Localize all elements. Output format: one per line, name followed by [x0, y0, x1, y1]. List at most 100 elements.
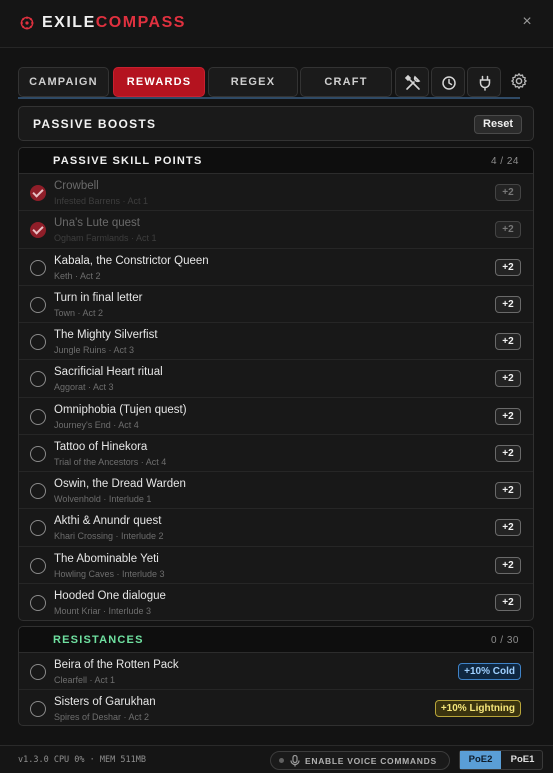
reward-row[interactable]: Oswin, the Dread Warden Wolvenhold · Inte…: [19, 472, 533, 510]
checkbox[interactable]: [30, 557, 46, 574]
checkbox[interactable]: [30, 664, 46, 680]
reward-name: Akthi & Anundr quest: [54, 515, 162, 528]
section-header[interactable]: PASSIVE SKILL POINTS 4 / 24: [19, 148, 533, 174]
title-bar: EXILECOMPASS ×: [0, 0, 553, 48]
tab-campaign[interactable]: CAMPAIGN: [18, 67, 109, 97]
reward-name: Una's Lute quest: [54, 217, 140, 230]
clock-icon: [442, 76, 456, 90]
reward-row[interactable]: The Abominable Yeti Howling Caves · Inter…: [19, 547, 533, 584]
reward-row[interactable]: Kabala, the Constrictor Queen Keth · Act …: [19, 249, 533, 286]
passive-skill-points-section: PASSIVE SKILL POINTS 4 / 24 Crowbell Infe…: [18, 147, 534, 621]
app-title-part-2: COMPASS: [95, 14, 186, 31]
reward-name: Omniphobia (Tujen quest): [54, 403, 187, 416]
reset-button[interactable]: Reset: [474, 115, 522, 134]
main-tabs: CAMPAIGN REWARDS REGEX CRAFT: [18, 67, 534, 98]
reward-badge: +2: [495, 593, 521, 611]
reward-location: Trial of the Ancestors · Act 4: [54, 456, 167, 467]
voice-commands-toggle[interactable]: ENABLE VOICE COMMANDS: [270, 751, 450, 770]
tools-icon: [404, 74, 421, 90]
tab-craft[interactable]: CRAFT: [300, 67, 392, 97]
tab-tools[interactable]: [395, 67, 429, 97]
reward-location: Spires of Deshar · Act 2: [54, 712, 150, 723]
section-title: RESISTANCES: [53, 634, 144, 646]
resistances-section: RESISTANCES 0 / 30 Beira of the Rotten P…: [18, 626, 534, 726]
section-title: PASSIVE SKILL POINTS: [53, 155, 203, 167]
reward-row[interactable]: Una's Lute quest Ogham Farmlands · Act 1 +…: [19, 211, 533, 249]
reward-name: Sacrificial Heart ritual: [54, 366, 163, 379]
reward-badge: +2: [495, 295, 521, 313]
status-bar: v1.3.0 CPU 0% · MEM 511MB ENABLE VOICE C…: [0, 745, 553, 773]
reward-location: Ogham Farmlands · Act 1: [54, 233, 157, 244]
reward-row[interactable]: The Mighty Silverfist Jungle Ruins · Act …: [19, 323, 533, 361]
section-header[interactable]: RESISTANCES 0 / 30: [19, 627, 533, 653]
checkbox[interactable]: [30, 520, 46, 537]
app-title-part-1: EXILE: [42, 14, 96, 31]
reward-badge: +10% Cold: [458, 663, 521, 680]
reward-row[interactable]: Crowbell Infested Barrens · Act 1 +2: [19, 174, 533, 212]
checkbox[interactable]: [30, 701, 46, 718]
section-progress-count: 4 / 24: [490, 156, 519, 167]
voice-commands-label: ENABLE VOICE COMMANDS: [305, 756, 437, 766]
reward-name: The Abominable Yeti: [54, 552, 159, 565]
poe1-toggle[interactable]: PoE1: [502, 751, 543, 769]
compass-logo-icon: [20, 16, 34, 30]
tab-rewards[interactable]: REWARDS: [113, 67, 205, 97]
status-dot: [279, 758, 284, 763]
reward-badge: +2: [495, 258, 521, 276]
version-and-stats: v1.3.0 CPU 0% · MEM 511MB: [18, 755, 146, 765]
plug-icon: [479, 75, 491, 91]
reward-location: Howling Caves · Interlude 3: [54, 568, 165, 579]
tab-integrations[interactable]: [467, 67, 501, 97]
reward-badge: +2: [495, 370, 521, 388]
reward-row[interactable]: Beira of the Rotten Pack Clearfell · Act …: [19, 653, 533, 691]
tab-regex[interactable]: REGEX: [208, 67, 298, 97]
passive-boosts-bar: PASSIVE BOOSTS Reset: [18, 106, 534, 141]
reward-badge: +2: [495, 184, 521, 201]
reward-row[interactable]: Sisters of Garukhan Spires of Deshar · Ac…: [19, 690, 533, 725]
reward-name: Kabala, the Constrictor Queen: [54, 254, 209, 267]
reward-location: Khari Crossing · Interlude 2: [54, 531, 164, 542]
checkbox[interactable]: [30, 445, 46, 462]
gear-icon[interactable]: [510, 72, 528, 90]
reward-location: Journey's End · Act 4: [54, 419, 139, 430]
close-icon[interactable]: ×: [519, 14, 535, 30]
poe2-toggle[interactable]: PoE2: [460, 751, 501, 769]
reward-name: Beira of the Rotten Pack: [54, 659, 179, 671]
reward-location: Aggorat · Act 3: [54, 382, 114, 393]
checkbox[interactable]: [30, 334, 46, 350]
checkbox[interactable]: [30, 408, 46, 425]
reward-row[interactable]: Omniphobia (Tujen quest) Journey's End · …: [19, 398, 533, 435]
checkbox[interactable]: [30, 259, 46, 276]
checked-checkbox[interactable]: [30, 185, 46, 201]
tab-underline: [18, 97, 520, 99]
section-progress-count: 0 / 30: [490, 635, 519, 646]
microphone-icon: [290, 755, 300, 767]
reward-badge: +2: [495, 519, 521, 537]
reward-location: Jungle Ruins · Act 3: [54, 345, 135, 355]
reward-row[interactable]: Hooded One dialogue Mount Kriar · Interlu…: [19, 584, 533, 620]
reward-location: Clearfell · Act 1: [54, 675, 116, 685]
game-version-switch: PoE2 PoE1: [459, 750, 543, 770]
reward-badge: +2: [495, 221, 521, 239]
passive-boosts-title: PASSIVE BOOSTS: [33, 117, 157, 131]
reward-name: Crowbell: [54, 180, 99, 192]
reward-name: Oswin, the Dread Warden: [54, 478, 186, 490]
reward-row[interactable]: Turn in final letter Town · Act 2 +2: [19, 286, 533, 323]
checkbox[interactable]: [30, 296, 46, 313]
reward-location: Keth · Act 2: [54, 270, 101, 281]
reward-name: The Mighty Silverfist: [54, 329, 158, 341]
checkbox[interactable]: [30, 483, 46, 499]
reward-location: Infested Barrens · Act 1: [54, 196, 149, 206]
reward-name: Turn in final letter: [54, 291, 143, 304]
checkbox[interactable]: [30, 594, 46, 611]
tab-timer[interactable]: [431, 67, 465, 97]
reward-badge: +2: [495, 407, 521, 425]
reward-location: Wolvenhold · Interlude 1: [54, 494, 152, 504]
reward-badge: +2: [495, 556, 521, 574]
reward-name: Tattoo of Hinekora: [54, 440, 148, 453]
checked-checkbox[interactable]: [30, 222, 46, 239]
reward-row[interactable]: Akthi & Anundr quest Khari Crossing · Int…: [19, 509, 533, 547]
checkbox[interactable]: [30, 371, 46, 388]
reward-row[interactable]: Sacrificial Heart ritual Aggorat · Act 3 +…: [19, 360, 533, 398]
reward-row[interactable]: Tattoo of Hinekora Trial of the Ancestors…: [19, 435, 533, 472]
